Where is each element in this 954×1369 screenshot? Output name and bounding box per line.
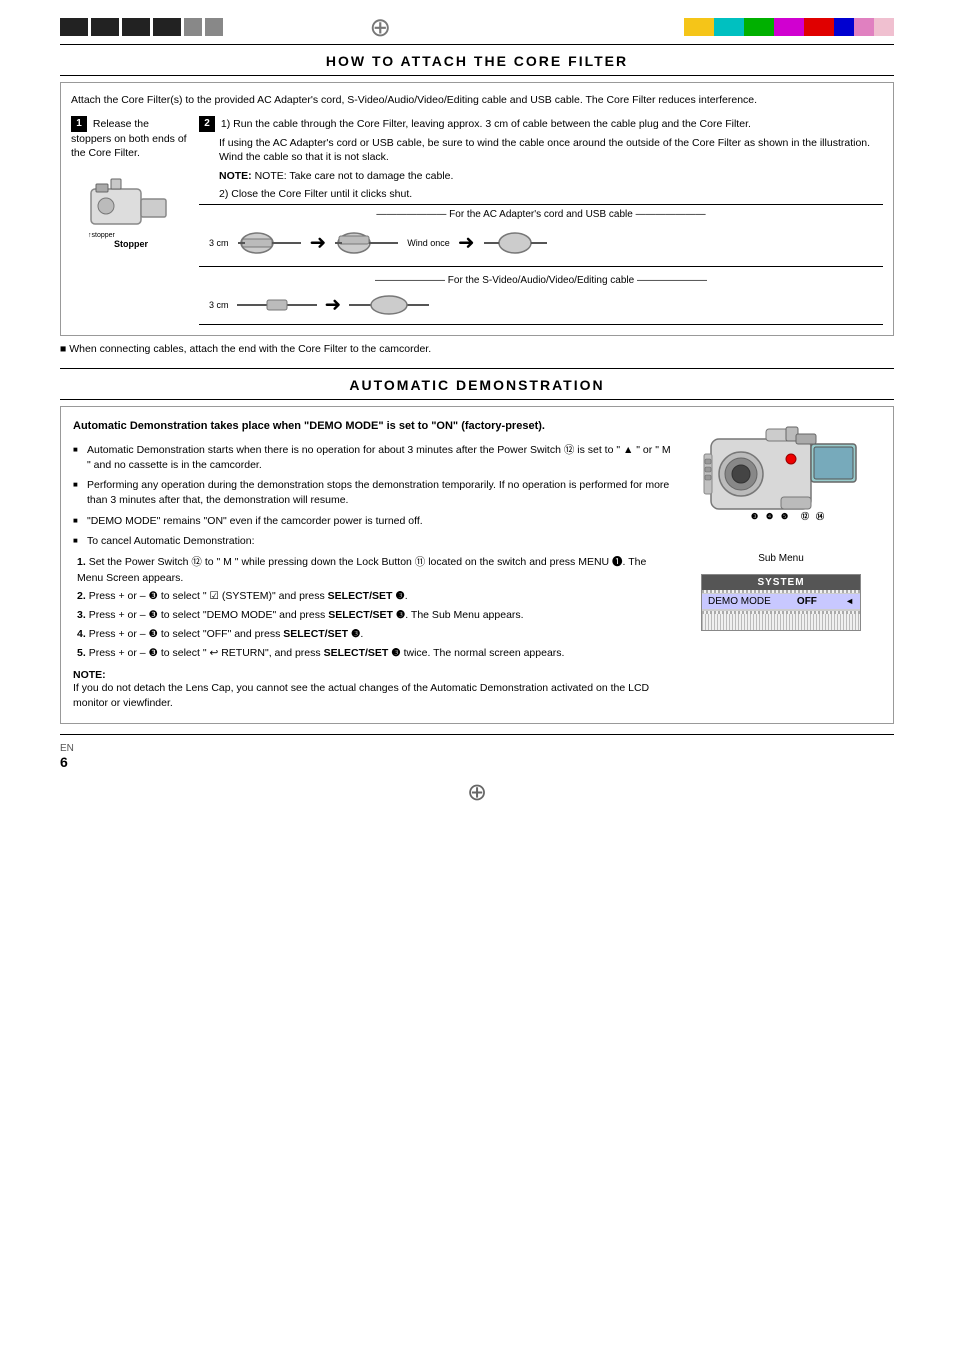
bar-block-dark2 [91, 18, 119, 36]
crosshair-top: ⊕ [369, 18, 391, 36]
demo-heading: Automatic Demonstration takes place when… [73, 419, 671, 434]
connecting-note: When connecting cables, attach the end w… [60, 342, 894, 357]
svg-text:↑stopper: ↑stopper [88, 232, 116, 239]
step-2: 2. Press + or – ❸ to select " ☑ (SYSTEM)… [77, 589, 671, 605]
bar-block-light2 [205, 18, 223, 36]
core-filter-intro: Attach the Core Filter(s) to the provide… [71, 93, 883, 108]
ac-cable-row: 3 cm ➜ Wind once [199, 224, 883, 262]
crosshair-bottom: ⊕ [0, 778, 954, 807]
core-filter-steps: 1 Release the stoppers on both ends of t… [71, 116, 883, 325]
demo-mode-row: DEMO MODE OFF ◄ [702, 594, 860, 610]
step-3: 3. Press + or – ❸ to select "DEMO MODE" … [77, 608, 671, 624]
step1-illustration: ↑stopper [86, 169, 176, 239]
note-section: NOTE: If you do not detach the Lens Cap,… [73, 669, 671, 710]
top-divider [60, 44, 894, 45]
sv-label: ——————— For the S-Video/Audio/Video/Edit… [199, 275, 883, 286]
step2-container: 2 1) Run the cable through the Core Filt… [199, 116, 883, 325]
step-4: 4. Press + or – ❸ to select "OFF" and pr… [77, 627, 671, 643]
ac-filter-svg2 [334, 224, 399, 262]
ac-3cm: 3 cm [209, 238, 229, 248]
bullet-2: Performing any operation during the demo… [73, 478, 671, 507]
step2-substep2: 2) Close the Core Filter until it clicks… [219, 188, 883, 200]
bullet-3: "DEMO MODE" remains "ON" even if the cam… [73, 514, 671, 529]
ac-arrow2: ➜ [458, 230, 475, 255]
auto-demo-box: Automatic Demonstration takes place when… [60, 406, 894, 723]
step1-text: 1 Release the stoppers on both ends of t… [71, 116, 191, 161]
core-filter-title-underline [60, 75, 894, 76]
auto-demo-title-line [60, 399, 894, 400]
auto-demo-title: AUTOMATIC DEMONSTRATION [0, 377, 954, 393]
ac-label: ——————— For the AC Adapter's cord and US… [199, 209, 883, 220]
step-5: 5. Press + or – ❸ to select " ↩ RETURN",… [77, 646, 671, 662]
auto-demo-left: Automatic Demonstration takes place when… [73, 419, 671, 710]
lang-label: EN [60, 743, 74, 754]
bar-blue [834, 18, 854, 36]
step2-substep1b: If using the AC Adapter's cord or USB ca… [219, 136, 883, 165]
step-1: 1. Set the Power Switch ⑫ to " M " while… [77, 555, 671, 587]
bar-magenta [774, 18, 804, 36]
bar-ltpink [874, 18, 894, 36]
top-color-bar: ⊕ [0, 18, 954, 36]
sv-diagram-section: ——————— For the S-Video/Audio/Video/Edit… [199, 271, 883, 325]
demo-mode-label: DEMO MODE [708, 596, 771, 607]
sv-3cm: 3 cm [209, 300, 229, 310]
svg-text:⑭: ⑭ [816, 511, 824, 521]
bottom-divider [60, 734, 894, 735]
ac-diagram-section: ——————— For the AC Adapter's cord and US… [199, 204, 883, 267]
bar-green [744, 18, 774, 36]
camcorder-illustration: ❸ ❹ ❺ ⑫ ⑭ [696, 419, 866, 549]
bar-block-light1 [184, 18, 202, 36]
bullet-1: Automatic Demonstration starts when ther… [73, 443, 671, 472]
step2-main: 2 1) Run the cable through the Core Filt… [199, 116, 883, 132]
bar-pink [854, 18, 874, 36]
auto-demo-right: ❸ ❹ ❺ ⑫ ⑭ Sub Menu SYSTEM DEMO MODE OFF … [681, 419, 881, 710]
sv-arrow: ➜ [325, 292, 342, 317]
bar-red [804, 18, 834, 36]
sv-cable-svg2 [349, 290, 429, 320]
svg-text:❸: ❸ [751, 512, 758, 521]
bullet-4: To cancel Automatic Demonstration: [73, 534, 671, 549]
step2-note: NOTE: NOTE: Take care not to damage the … [219, 169, 883, 184]
wind-once-label: Wind once [407, 238, 450, 248]
note-text: If you do not detach the Lens Cap, you c… [73, 681, 671, 710]
core-filter-box: Attach the Core Filter(s) to the provide… [60, 82, 894, 336]
sub-menu-label: Sub Menu [758, 553, 804, 564]
bar-yellow [684, 18, 714, 36]
ac-arrow1: ➜ [310, 230, 327, 255]
step1-num: 1 [71, 116, 87, 132]
svg-text:⑫: ⑫ [801, 511, 809, 521]
system-menu: SYSTEM DEMO MODE OFF ◄ [701, 574, 861, 631]
auto-demo-top-line [60, 368, 894, 369]
page-footer: EN6 [60, 743, 894, 770]
sv-cable-svg1 [237, 290, 317, 320]
page-number: 6 [60, 754, 68, 770]
bar-block-dark4 [153, 18, 181, 36]
stopper-label: Stopper [114, 239, 148, 249]
step2-num: 2 [199, 116, 215, 132]
ac-filter-svg1 [237, 224, 302, 262]
system-menu-title: SYSTEM [702, 575, 860, 590]
step1-container: 1 Release the stoppers on both ends of t… [71, 116, 191, 325]
svg-text:❺: ❺ [781, 512, 788, 521]
ac-filter-svg3 [483, 224, 548, 262]
bar-block-dark3 [122, 18, 150, 36]
sv-cable-row: 3 cm ➜ [199, 290, 883, 320]
numbered-steps: 1. Set the Power Switch ⑫ to " M " while… [77, 555, 671, 662]
note-title: NOTE: [73, 669, 106, 681]
core-filter-title: HOW TO ATTACH THE CORE FILTER [0, 53, 954, 69]
demo-mode-val: OFF [797, 596, 817, 607]
svg-text:❹: ❹ [766, 512, 773, 521]
bar-cyan [714, 18, 744, 36]
bar-block-dark1 [60, 18, 88, 36]
